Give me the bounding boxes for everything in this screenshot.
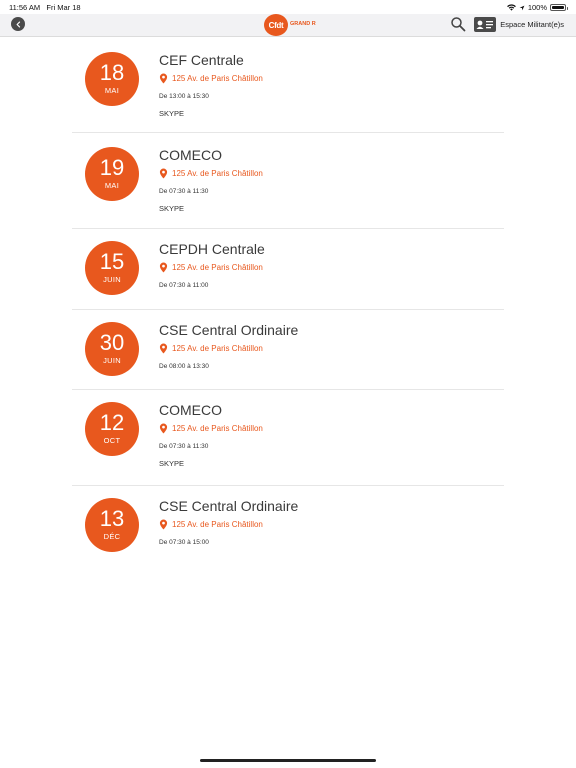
location-pin-icon: [159, 423, 168, 434]
event-month: OCT: [103, 436, 121, 445]
home-indicator[interactable]: [200, 759, 376, 762]
event-hours: De 07:30 à 11:00: [159, 282, 209, 289]
member-card-icon[interactable]: [474, 16, 497, 32]
location-pin-icon: [159, 73, 168, 84]
location-pin-icon: [159, 343, 168, 354]
event-title: COMECO: [159, 147, 222, 163]
event-month: MAI: [104, 181, 120, 190]
event-item[interactable]: 15 JUIN CEPDH Centrale 125 Av. de Paris …: [72, 229, 504, 310]
battery-icon: [550, 4, 568, 11]
chevron-left-icon: [16, 20, 20, 28]
location-arrow-icon: [519, 5, 525, 10]
date-badge: 19 MAI: [85, 147, 139, 201]
date-badge: 30 JUIN: [85, 322, 139, 376]
event-address[interactable]: 125 Av. de Paris Châtillon: [159, 519, 298, 530]
navigation-bar: Cfdt GRAND R Espace Militant(e)s: [0, 14, 576, 37]
battery-percent: 100%: [527, 3, 547, 12]
location-pin-icon: [159, 262, 168, 273]
event-hours: De 08:00 à 13:30: [159, 363, 209, 370]
event-hours: De 07:30 à 15:00: [159, 539, 209, 546]
event-month: MAI: [104, 86, 120, 95]
event-title: CEF Centrale: [159, 52, 244, 68]
back-button[interactable]: [11, 17, 25, 31]
wifi-icon: [506, 4, 516, 11]
location-pin-icon: [159, 168, 168, 179]
event-day: 12: [99, 410, 125, 435]
event-item[interactable]: 13 DÉC CSE Central Ordinaire 125 Av. de …: [72, 486, 504, 568]
cfdt-logo: Cfdt GRAND R: [264, 14, 316, 36]
event-address[interactable]: 125 Av. de Paris Châtillon: [159, 73, 263, 84]
espace-militants-link[interactable]: Espace Militant(e)s: [500, 20, 564, 29]
event-day: 15: [99, 249, 125, 274]
event-note: SKYPE: [159, 204, 185, 213]
date-badge: 18 MAI: [85, 52, 139, 106]
event-hours: De 13:00 à 15:30: [159, 93, 209, 100]
nav-right: Espace Militant(e)s: [450, 16, 564, 32]
event-month: DÉC: [103, 532, 121, 541]
event-item[interactable]: 12 OCT COMECO 125 Av. de Paris Châtillon…: [72, 390, 504, 486]
event-title: CSE Central Ordinaire: [159, 322, 299, 338]
event-address[interactable]: 125 Av. de Paris Châtillon: [159, 168, 263, 179]
logo-badge: Cfdt: [264, 14, 288, 36]
event-day: 30: [99, 330, 125, 355]
event-address[interactable]: 125 Av. de Paris Châtillon: [159, 262, 265, 273]
event-month: JUIN: [103, 356, 121, 365]
location-pin-icon: [159, 519, 168, 530]
event-list: 18 MAI CEF Centrale 125 Av. de Paris Châ…: [72, 37, 504, 568]
event-item[interactable]: 30 JUIN CSE Central Ordinaire 125 Av. de…: [72, 310, 504, 390]
status-bar: 11:56 AM Fri Mar 18 100%: [0, 0, 576, 14]
date-badge: 13 DÉC: [85, 498, 139, 552]
logo-subtitle: GRAND R: [290, 21, 316, 28]
event-address[interactable]: 125 Av. de Paris Châtillon: [159, 423, 263, 434]
status-time: 11:56 AM Fri Mar 18: [9, 3, 81, 12]
event-month: JUIN: [103, 275, 121, 284]
event-title: CSE Central Ordinaire: [159, 498, 299, 514]
event-note: SKYPE: [159, 459, 185, 468]
event-day: 18: [99, 60, 125, 85]
event-hours: De 07:30 à 11:30: [159, 443, 209, 450]
status-right: 100%: [506, 3, 568, 12]
event-title: CEPDH Centrale: [159, 241, 265, 257]
search-icon[interactable]: [450, 16, 466, 32]
event-day: 19: [99, 155, 125, 180]
date-badge: 12 OCT: [85, 402, 139, 456]
event-hours: De 07:30 à 11:30: [159, 188, 209, 195]
date-badge: 15 JUIN: [85, 241, 139, 295]
event-day: 13: [99, 506, 125, 531]
event-title: COMECO: [159, 402, 222, 418]
event-item[interactable]: 19 MAI COMECO 125 Av. de Paris Châtillon…: [72, 133, 504, 229]
event-note: SKYPE: [159, 109, 185, 118]
event-address[interactable]: 125 Av. de Paris Châtillon: [159, 343, 298, 354]
event-item[interactable]: 18 MAI CEF Centrale 125 Av. de Paris Châ…: [72, 37, 504, 133]
